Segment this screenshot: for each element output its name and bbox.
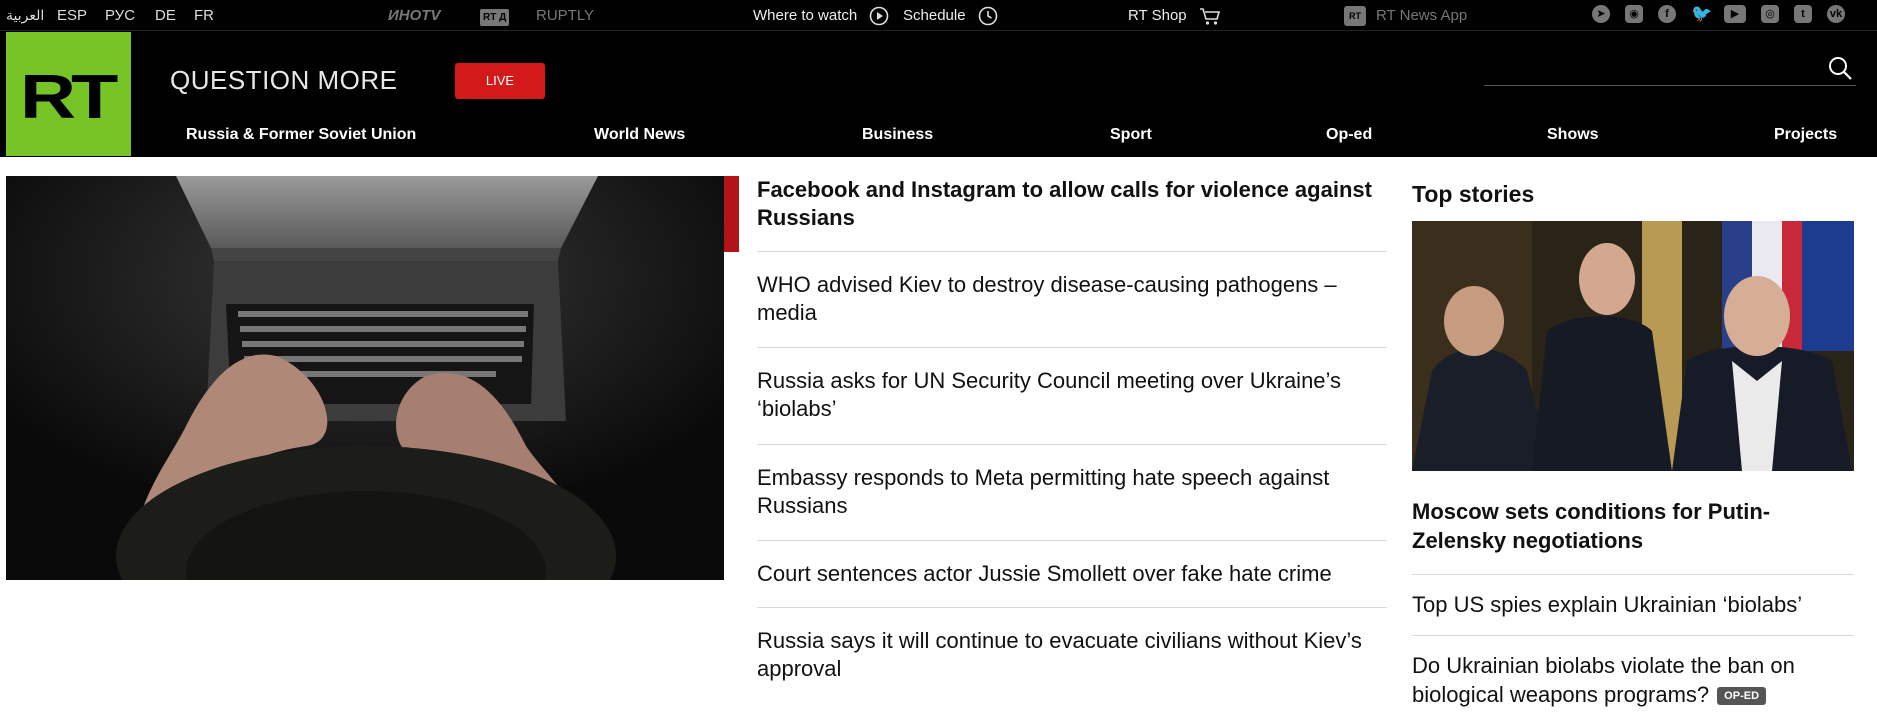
rt-logo-text: RT xyxy=(20,63,118,132)
rt-news-app-link[interactable]: RT RT News App xyxy=(1344,0,1467,31)
op-ed-badge: OP-ED xyxy=(1717,687,1767,706)
lang-de-link[interactable]: DE xyxy=(155,0,176,31)
hero-image[interactable] xyxy=(6,176,724,580)
vk-icon[interactable]: vk xyxy=(1827,5,1845,23)
social-links: ➤ ◉ f 🐦 ▶ ◎ t vk xyxy=(1592,5,1860,25)
lang-arabic-link[interactable]: العربية xyxy=(6,0,44,31)
headline-item[interactable]: WHO advised Kiev to destroy disease-caus… xyxy=(757,252,1387,348)
top-story-lead[interactable]: Moscow sets conditions for Putin-Zelensk… xyxy=(1412,497,1854,575)
nav-sport[interactable]: Sport xyxy=(1110,126,1152,144)
top-utility-bar: العربية ESP РУС DE FR ИНОTV RT Д RUPTLY … xyxy=(0,0,1877,31)
rt-shop-link[interactable]: RT Shop xyxy=(1128,0,1221,31)
inotv-logo-link[interactable]: ИНОTV xyxy=(388,0,440,31)
nav-shows[interactable]: Shows xyxy=(1547,126,1599,144)
search-icon[interactable] xyxy=(1827,55,1853,81)
live-button[interactable]: LIVE xyxy=(455,63,545,99)
headline-lead[interactable]: Facebook and Instagram to allow calls fo… xyxy=(757,176,1387,252)
clock-icon xyxy=(978,6,998,26)
nav-op-ed[interactable]: Op-ed xyxy=(1326,126,1372,144)
youtube-icon[interactable]: ▶ xyxy=(1724,5,1746,23)
top-story-image[interactable] xyxy=(1412,221,1854,471)
rt-news-app-label: RT News App xyxy=(1376,7,1468,24)
lang-esp-link[interactable]: ESP xyxy=(57,0,87,31)
rt-logo[interactable]: RT xyxy=(6,32,131,156)
facebook-icon[interactable]: f xyxy=(1658,5,1676,23)
top-stories-section: Top stories Moscow sets conditions for P… xyxy=(1412,181,1854,716)
tumblr-icon[interactable]: t xyxy=(1794,5,1812,23)
headline-item[interactable]: Court sentences actor Jussie Smollett ov… xyxy=(757,541,1387,608)
rss-icon[interactable]: ◉ xyxy=(1625,5,1643,23)
search-input[interactable] xyxy=(1484,85,1856,86)
top-story-item[interactable]: Do Ukrainian biolabs violate the ban on … xyxy=(1412,636,1854,716)
nav-projects[interactable]: Projects xyxy=(1774,126,1837,144)
headline-item[interactable]: Embassy responds to Meta permitting hate… xyxy=(757,445,1387,541)
ruptly-link[interactable]: RUPTLY xyxy=(536,0,594,31)
headline-item[interactable]: Russia says it will continue to evacuate… xyxy=(757,608,1387,692)
headline-list: Facebook and Instagram to allow calls fo… xyxy=(757,176,1387,692)
schedule-label: Schedule xyxy=(903,7,966,24)
top-stories-title: Top stories xyxy=(1412,181,1535,207)
top-story-item[interactable]: Top US spies explain Ukrainian ‘biolabs’ xyxy=(1412,575,1854,636)
play-circle-icon xyxy=(870,6,889,26)
leaders-photo xyxy=(1412,221,1854,471)
lang-fr-link[interactable]: FR xyxy=(194,0,214,31)
twitter-icon[interactable]: 🐦 xyxy=(1691,5,1712,23)
rt-shop-label: RT Shop xyxy=(1128,7,1187,24)
app-icon: RT xyxy=(1344,6,1366,27)
instagram-icon[interactable]: ◎ xyxy=(1761,5,1779,23)
site-header: RT QUESTION MORE LIVE Russia & Former So… xyxy=(0,31,1877,157)
slogan: QUESTION MORE xyxy=(170,65,398,95)
where-to-watch-link[interactable]: Where to watch xyxy=(753,0,889,31)
lang-rus-link[interactable]: РУС xyxy=(105,0,135,31)
where-to-watch-label: Where to watch xyxy=(753,7,858,24)
headline-item[interactable]: Russia asks for UN Security Council meet… xyxy=(757,348,1387,445)
rtd-logo-link[interactable]: RT Д xyxy=(480,7,510,26)
schedule-link[interactable]: Schedule xyxy=(903,0,998,31)
nav-world-news[interactable]: World News xyxy=(594,126,685,144)
inotv-logo: ИНОTV xyxy=(388,7,441,24)
lead-accent-bar xyxy=(724,176,739,252)
rtd-logo: RT Д xyxy=(480,9,510,26)
nav-russia-fsu[interactable]: Russia & Former Soviet Union xyxy=(186,126,416,144)
nav-business[interactable]: Business xyxy=(862,126,933,144)
hacker-laptop-photo xyxy=(6,176,724,580)
cart-icon xyxy=(1199,8,1220,25)
telegram-icon[interactable]: ➤ xyxy=(1592,5,1610,23)
